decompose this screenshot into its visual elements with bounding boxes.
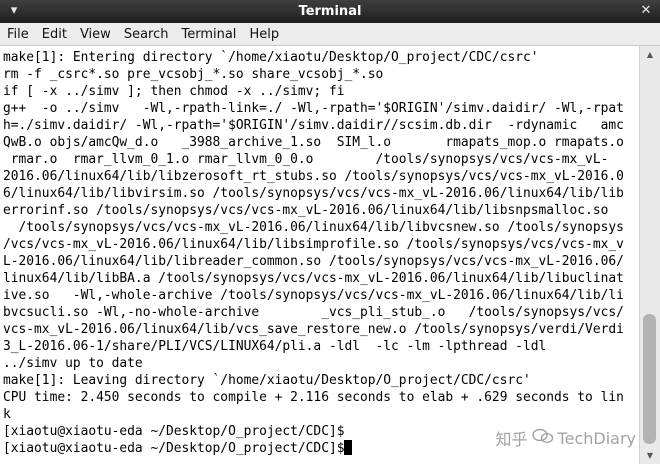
terminal-line: rmar.o rmar_llvm_0_1.o rmar_llvm_0_0.o /… (3, 152, 609, 167)
terminal-line: /vcs/vcs-mx_vL-2016.06/linux64/lib/libsi… (3, 237, 624, 252)
terminal-line: linux64/lib/libBA.a /tools/synopsys/vcs/… (3, 271, 624, 286)
menu-view[interactable]: View (80, 27, 111, 42)
prompt-text: [xiaotu@xiaotu-eda ~/Desktop/O_project/C… (3, 441, 345, 456)
terminal-line: g++ -o ../simv -Wl,-rpath-link=./ -Wl,-r… (3, 101, 624, 116)
vertical-scrollbar[interactable]: ▲ ▼ (639, 46, 660, 464)
terminal-line: L-2016.06/linux64/lib/libreader_common.s… (3, 254, 624, 269)
menu-edit[interactable]: Edit (42, 27, 67, 42)
menu-help[interactable]: Help (249, 27, 279, 42)
close-icon[interactable]: ✕ (638, 3, 654, 19)
watermark: 知乎 TechDiary (496, 426, 636, 450)
scroll-up-arrow-icon[interactable]: ▲ (640, 50, 660, 59)
watermark-text-techdiary: TechDiary (557, 428, 636, 448)
wechat-icon (531, 428, 554, 448)
terminal-line: k (3, 407, 11, 422)
scroll-down-arrow-icon[interactable]: ▼ (640, 451, 660, 460)
terminal-line: 6/linux64/lib/libvirsim.so /tools/synops… (3, 186, 624, 201)
terminal-line: 3_L-2016.06-1/share/PLI/VCS/LINUX64/pli.… (3, 339, 547, 354)
terminal-line: if [ -x ../simv ]; then chmod -x ../simv… (3, 84, 345, 99)
terminal-line: make[1]: Entering directory `/home/xiaot… (3, 50, 539, 65)
text-cursor (344, 440, 353, 455)
terminal-line: CPU time: 2.450 seconds to compile + 2.1… (3, 390, 624, 405)
menu-terminal[interactable]: Terminal (181, 27, 236, 42)
terminal-lines: make[1]: Entering directory `/home/xiaot… (3, 49, 624, 457)
terminal-line: errorinf.so /tools/synopsys/vcs/vcs-mx_v… (3, 203, 609, 218)
terminal-line: make[1]: Leaving directory `/home/xiaotu… (3, 373, 531, 388)
terminal-line: vcs-mx_vL-2016.06/linux64/lib/vcs_save_r… (3, 322, 624, 337)
terminal-line: rm -f _csrc*.so pre_vcsobj_*.so share_vc… (3, 67, 384, 82)
title-bar: ▾ Terminal ✕ (0, 0, 660, 23)
terminal-window: ▾ Terminal ✕ File Edit View Search Termi… (0, 0, 660, 464)
terminal-line: bvcsucli.so -Wl,-no-whole-archive _vcs_p… (3, 305, 624, 320)
scrollbar-thumb[interactable] (643, 314, 656, 444)
menu-bar: File Edit View Search Terminal Help (0, 23, 660, 46)
terminal-line: ../simv up to date (3, 356, 143, 371)
window-title: Terminal (298, 4, 362, 19)
terminal-line: QwB.o objs/amcQw_d.o _3988_archive_1.so … (3, 135, 624, 150)
watermark-text-zhihu: 知乎 (495, 430, 528, 449)
terminal-line: /tools/synopsys/vcs/vcs-mx_vL-2016.06/li… (3, 220, 624, 235)
terminal-line: h=./simv.daidir/ -Wl,-rpath='$ORIGIN'/si… (3, 118, 624, 133)
terminal-line: ive.so -Wl,-whole-archive /tools/synopsy… (3, 288, 624, 303)
terminal-output[interactable]: make[1]: Entering directory `/home/xiaot… (0, 46, 640, 464)
terminal-line: 2016.06/linux64/lib/libzerosoft_rt_stubs… (3, 169, 624, 184)
menu-search[interactable]: Search (124, 27, 169, 42)
menu-file[interactable]: File (7, 27, 29, 42)
